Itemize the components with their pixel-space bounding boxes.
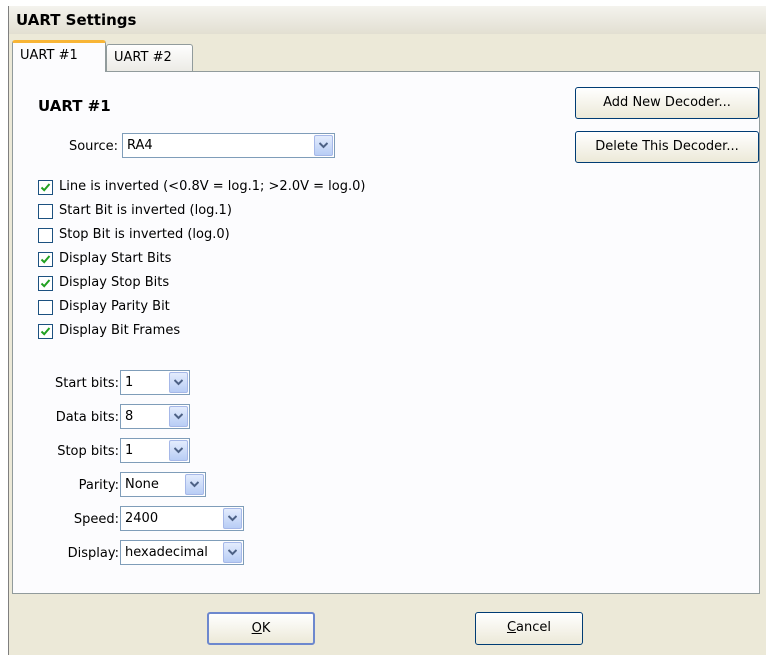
speed-select[interactable]: 2400 (120, 506, 244, 531)
display-label: Display: (67, 546, 119, 561)
source-value: RA4 (127, 138, 153, 153)
checkbox-box[interactable] (38, 204, 53, 219)
parity-label: Parity: (78, 478, 119, 493)
data-bits-select[interactable]: 8 (120, 404, 190, 429)
stop-bits-label: Stop bits: (57, 444, 119, 459)
tab-uart-2[interactable]: UART #2 (106, 44, 193, 71)
add-new-decoder-button[interactable]: Add New Decoder... (575, 87, 759, 119)
start-bits-select[interactable]: 1 (120, 370, 190, 395)
checkbox-label: Line is inverted (<0.8V = log.1; >2.0V =… (59, 179, 366, 194)
display-select[interactable]: hexadecimal (120, 540, 244, 565)
checkbox-box[interactable] (38, 276, 53, 291)
chevron-down-icon[interactable] (223, 542, 242, 563)
parity-select[interactable]: None (120, 472, 206, 497)
checkbox-label: Stop Bit is inverted (log.0) (59, 227, 230, 242)
uart-panel: UART #1 Add New Decoder... Delete This D… (12, 71, 760, 594)
tab-uart-1[interactable]: UART #1 (12, 40, 106, 72)
chevron-down-icon[interactable] (169, 372, 188, 393)
checkbox-label: Start Bit is inverted (log.1) (59, 203, 232, 218)
source-select[interactable]: RA4 (122, 133, 335, 158)
checkbox-box[interactable] (38, 228, 53, 243)
delete-decoder-button[interactable]: Delete This Decoder... (575, 131, 759, 163)
checkbox-box[interactable] (38, 180, 53, 195)
ok-button[interactable]: OK (207, 612, 315, 645)
data-bits-label: Data bits: (55, 410, 119, 425)
stop-bits-value: 1 (125, 443, 134, 458)
cancel-accelerator: C (506, 620, 517, 635)
panel-title: UART #1 (38, 97, 111, 115)
ok-label: K (261, 621, 271, 636)
uart-settings-window: UART Settings UART #1 UART #2 UART #1 Ad… (8, 6, 766, 655)
checkbox-box[interactable] (38, 252, 53, 267)
chevron-down-icon[interactable] (223, 508, 242, 529)
window-title: UART Settings (9, 6, 766, 34)
speed-label: Speed: (73, 512, 119, 527)
display-value: hexadecimal (125, 545, 208, 560)
chevron-down-icon[interactable] (169, 406, 188, 427)
start-bits-value: 1 (125, 375, 134, 390)
checkbox-label: Display Bit Frames (59, 323, 181, 338)
checkbox-label: Display Stop Bits (59, 275, 170, 290)
ok-accelerator: O (251, 621, 262, 636)
dialog-footer: OK Cancel (9, 595, 766, 655)
chevron-down-icon[interactable] (314, 135, 333, 156)
checkbox-box[interactable] (38, 324, 53, 339)
data-bits-value: 8 (125, 409, 134, 424)
chevron-down-icon[interactable] (169, 440, 188, 461)
speed-value: 2400 (125, 511, 159, 526)
parity-value: None (125, 477, 159, 492)
start-bits-label: Start bits: (54, 376, 119, 391)
source-label: Source: (68, 139, 118, 154)
cancel-label: ancel (516, 620, 552, 635)
checkbox-label: Display Start Bits (59, 251, 172, 266)
chevron-down-icon[interactable] (185, 474, 204, 495)
checkbox-label: Display Parity Bit (59, 299, 170, 314)
stop-bits-select[interactable]: 1 (120, 438, 190, 463)
cancel-button[interactable]: Cancel (475, 612, 583, 645)
checkbox-box[interactable] (38, 300, 53, 315)
tab-strip: UART #1 UART #2 (9, 40, 766, 72)
